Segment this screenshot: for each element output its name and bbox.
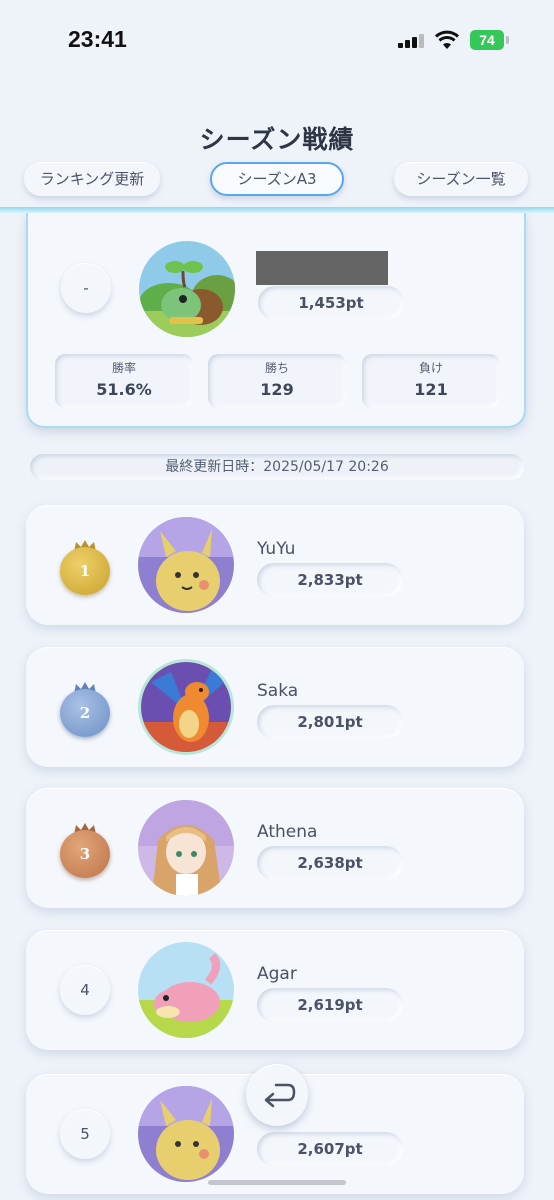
ranking-update-button[interactable]: ランキング更新 [24,162,160,196]
rank-number: 3 [60,830,110,878]
player-avatar [138,659,234,755]
back-button[interactable] [246,1064,308,1126]
stat-wins: 勝ち 129 [208,354,346,408]
stat-losses: 負け 121 [362,354,500,408]
rank-number: 1 [60,547,110,595]
player-name: Agar [257,964,297,984]
my-record-card: - 1,453pt 勝率 51.6% 勝ち 129 負け 121 [26,213,526,428]
player-points: 2,801pt [257,705,403,739]
stat-value: 121 [414,380,448,399]
my-name-redacted [256,251,388,285]
page-title: シーズン戦績 [199,125,355,154]
ranking-row-2[interactable]: 2 Saka 2,801pt [26,647,524,767]
player-points: 2,607pt [257,1132,403,1166]
ranking-row-3[interactable]: 3 Athena 2,638pt [26,788,524,908]
stat-value: 129 [260,380,294,399]
ranking-row-1[interactable]: 1 YuYu 2,833pt [26,505,524,625]
player-points: 2,833pt [257,563,403,597]
stat-value: 51.6% [96,380,152,399]
player-name: Saka [257,681,299,701]
last-updated-timestamp: 最終更新日時：2025/05/17 20:26 [30,454,524,480]
ranking-row-4[interactable]: 4 Agar 2,619pt [26,930,524,1050]
player-name: YuYu [257,539,296,559]
season-list-button[interactable]: シーズン一覧 [394,162,528,196]
rank-badge: 5 [60,1109,110,1159]
home-indicator[interactable] [208,1180,346,1185]
player-avatar [138,800,234,896]
bronze-medal-icon: 3 [60,822,110,878]
battery-tip [506,36,509,44]
silver-medal-icon: 2 [60,681,110,737]
player-avatar [138,1086,234,1182]
my-points: 1,453pt [258,286,404,320]
cellular-signal-icon [398,32,424,48]
battery-icon: 74 [470,30,504,50]
wifi-icon [434,30,460,49]
gold-medal-icon: 1 [60,539,110,595]
stat-label: 勝ち [264,361,289,375]
stat-label: 勝率 [111,361,136,375]
player-avatar [138,517,234,613]
player-name: Athena [257,822,318,842]
player-points: 2,619pt [257,988,403,1022]
stat-label: 負け [418,361,443,375]
my-avatar [139,241,235,337]
status-time: 23:41 [68,26,127,52]
status-bar: 23:41 74 [0,0,554,80]
stat-win-rate: 勝率 51.6% [55,354,193,408]
my-rank-badge: - [61,263,111,313]
rank-number: 2 [60,689,110,737]
player-points: 2,638pt [257,846,403,880]
player-avatar [138,942,234,1038]
tab-season-a3[interactable]: シーズンA3 [210,162,344,196]
rank-badge: 4 [60,965,110,1015]
return-arrow-icon [264,1083,296,1108]
